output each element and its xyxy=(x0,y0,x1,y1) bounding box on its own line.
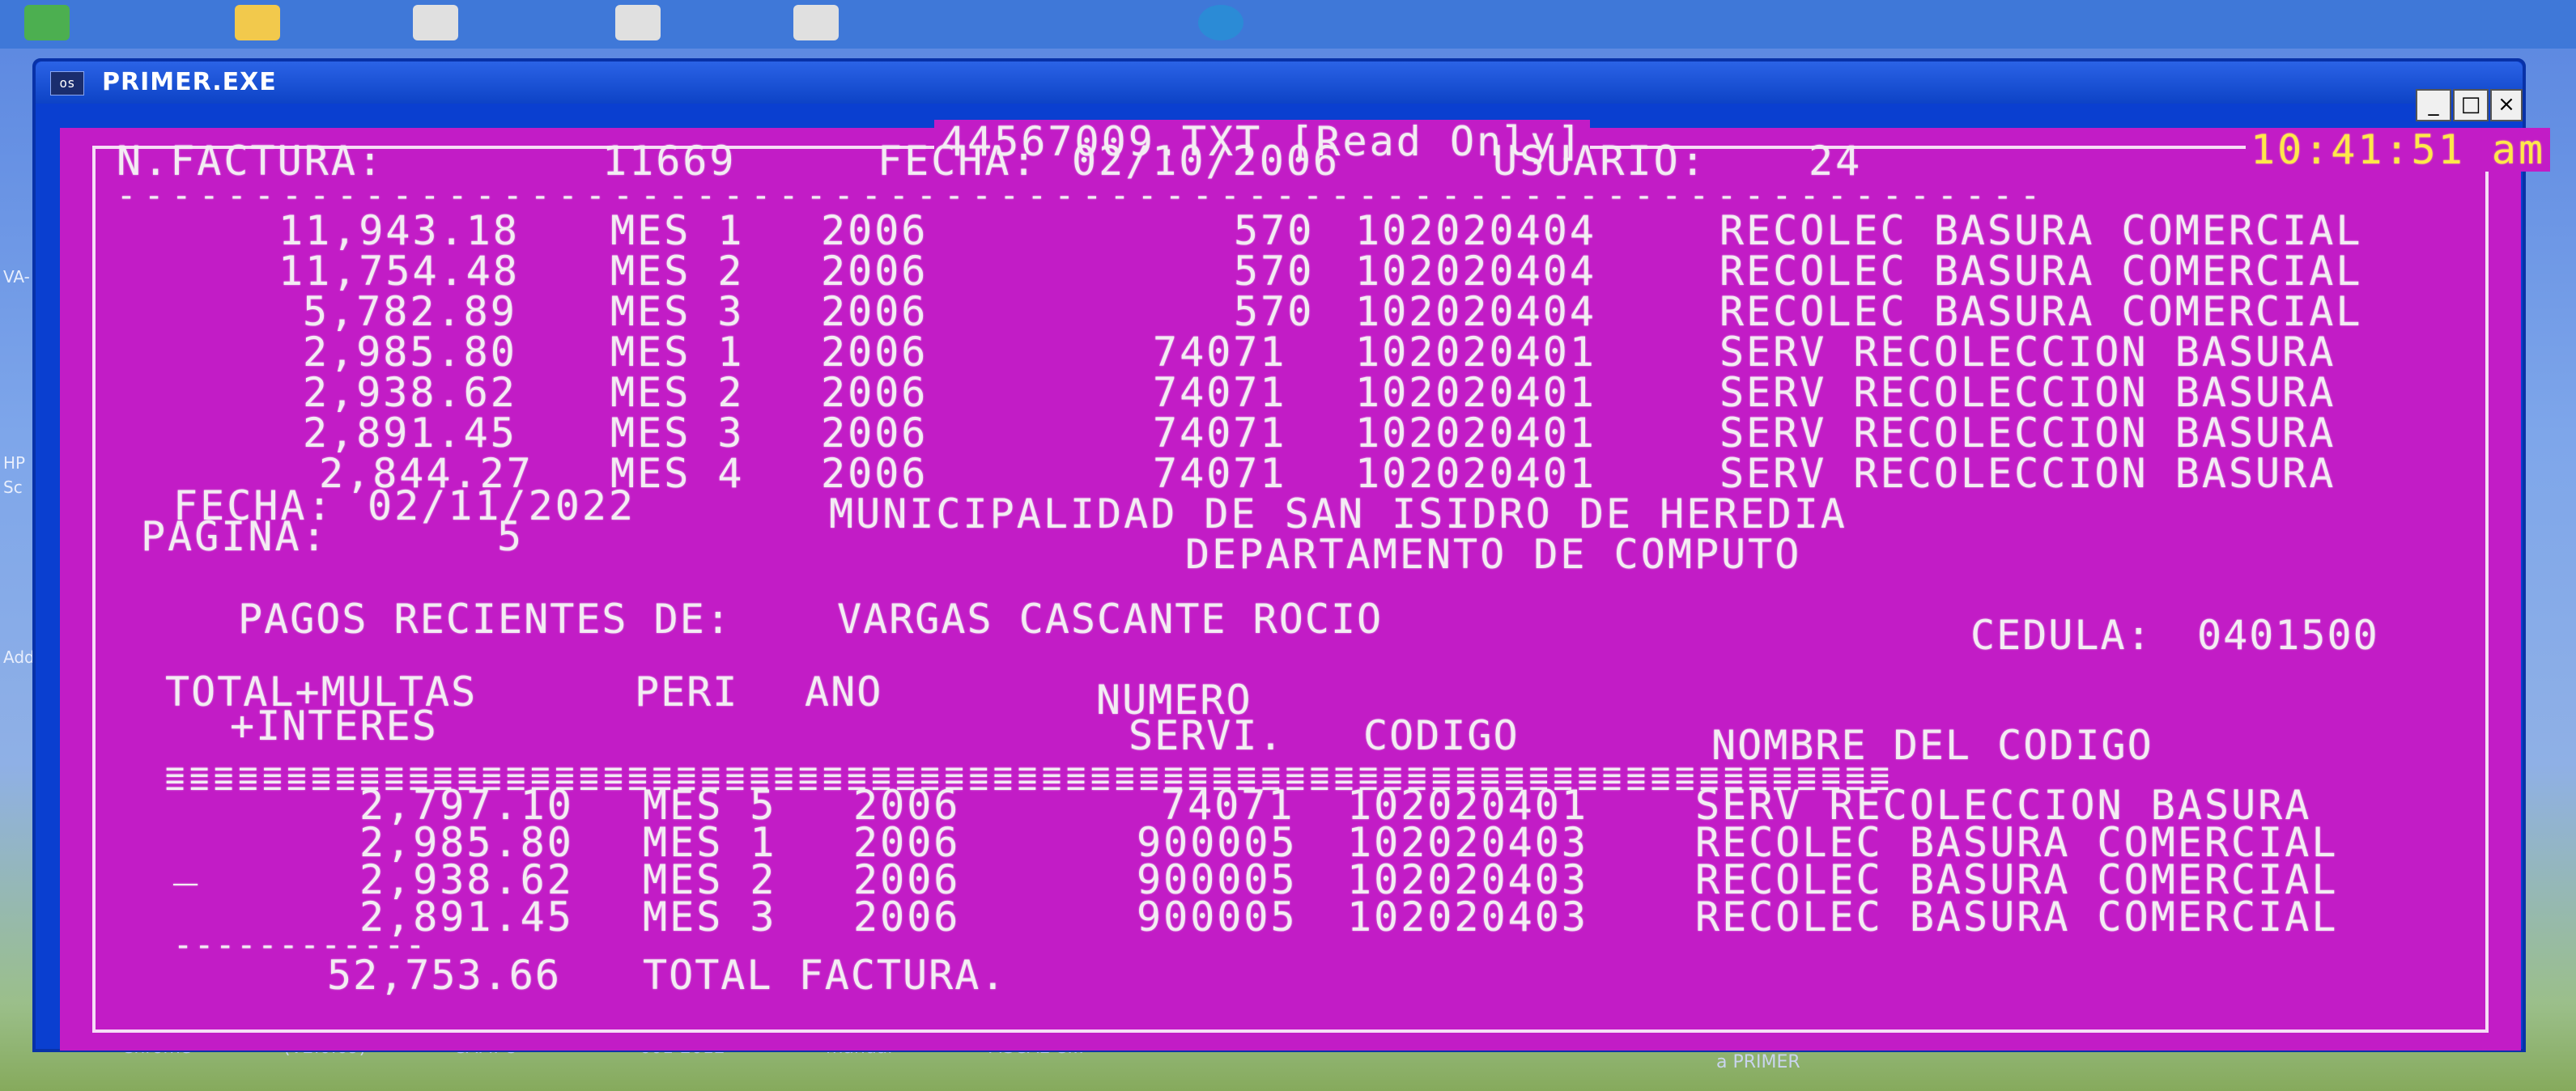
row-year: 2006 xyxy=(853,894,961,940)
maximize-button[interactable]: □ xyxy=(2453,89,2489,121)
row-name: SERV RECOLECCION BASURA xyxy=(1719,329,2336,376)
window-titlebar[interactable]: os PRIMER.EXE xyxy=(36,62,2523,104)
desktop-icon-label[interactable]: a PRIMER xyxy=(1716,1052,1800,1072)
teamviewer-icon[interactable] xyxy=(1198,5,1243,40)
row-period: MES 1 xyxy=(610,329,745,376)
row-period: MES 3 xyxy=(610,410,745,456)
row-period: MES 2 xyxy=(610,369,745,416)
row-service: 570 xyxy=(1234,207,1315,254)
word-document-icon[interactable] xyxy=(615,5,661,40)
row-year: 2006 xyxy=(821,329,929,376)
invoice-number: 11669 xyxy=(602,138,737,185)
document-icon[interactable] xyxy=(413,5,458,40)
row-service: 74071 xyxy=(1153,369,1287,416)
row-service: 570 xyxy=(1234,248,1315,295)
row-name: RECOLEC BASURA COMERCIAL xyxy=(1695,894,2339,940)
col-header-interes: +INTERES xyxy=(230,703,438,749)
clock: 10:41:51 am xyxy=(2246,128,2551,172)
minimize-button[interactable]: _ xyxy=(2416,89,2451,121)
row-service: 900005 xyxy=(1137,894,1298,940)
department-title: DEPARTAMENTO DE COMPUTO xyxy=(1185,531,1802,578)
cedula-value: 0401500 xyxy=(2197,612,2379,659)
row-code: 102020404 xyxy=(1355,288,1596,335)
row-year: 2006 xyxy=(821,369,929,416)
row-code: 102020404 xyxy=(1355,207,1596,254)
municipality-title: MUNICIPALIDAD DE SAN ISIDRO DE HEREDIA xyxy=(829,490,1847,537)
invoice-label: N.FACTURA: xyxy=(117,138,385,185)
col-header-servi: SERVI. xyxy=(1129,712,1285,759)
row-year: 2006 xyxy=(821,288,929,335)
row-amount: 11,943.18 xyxy=(278,207,520,254)
row-service: 570 xyxy=(1234,288,1315,335)
row-amount: 5,782.89 xyxy=(303,288,517,335)
row-service: 74071 xyxy=(1153,410,1287,456)
page-number: 5 xyxy=(497,513,525,560)
date-value: 02/10/2006 xyxy=(1072,138,1341,185)
row-amount: 11,754.48 xyxy=(278,248,520,295)
row-amount: 2,985.80 xyxy=(303,329,517,376)
row-code: 102020404 xyxy=(1355,248,1596,295)
row-name: RECOLEC BASURA COMERCIAL xyxy=(1719,248,2363,295)
desktop-side-label: HP xyxy=(3,453,26,473)
payer-name: VARGAS CASCANTE ROCIO xyxy=(837,596,1384,643)
desktop-side-label: VA- xyxy=(3,267,30,287)
row-amount: 2,891.45 xyxy=(303,410,517,456)
window-title: PRIMER.EXE xyxy=(102,68,277,96)
row-year: 2006 xyxy=(821,410,929,456)
desktop-side-label: Sc xyxy=(3,478,23,497)
cursor: _ xyxy=(173,838,201,885)
date-label: FECHA: xyxy=(878,138,1039,185)
cedula-label: CEDULA: xyxy=(1970,612,2153,659)
row-service: 74071 xyxy=(1153,329,1287,376)
desktop-top-strip xyxy=(0,0,2576,49)
row-name: SERV RECOLECCION BASURA xyxy=(1719,369,2336,416)
row-period: MES 3 xyxy=(610,288,745,335)
page-label: PAGINA: xyxy=(141,513,329,560)
row-period: MES 3 xyxy=(643,894,777,940)
row-code: 102020401 xyxy=(1355,329,1596,376)
row-amount: 2,938.62 xyxy=(303,369,517,416)
row-code: 102020403 xyxy=(1347,894,1588,940)
row-name: SERV RECOLECCION BASURA xyxy=(1719,410,2336,456)
row-code: 102020401 xyxy=(1355,410,1596,456)
row-year: 2006 xyxy=(821,207,929,254)
col-header-year: ANO xyxy=(805,669,883,715)
user-value: 24 xyxy=(1809,138,1863,185)
row-service: 74071 xyxy=(1153,450,1287,497)
total-label: TOTAL FACTURA. xyxy=(643,952,1007,999)
row-period: MES 2 xyxy=(610,248,745,295)
console-screen[interactable]: 44567009.TXT [Read Only] 10:41:51 am N.F… xyxy=(60,120,2551,1051)
payments-label: PAGOS RECIENTES DE: xyxy=(238,596,732,643)
col-header-period: PERI xyxy=(635,669,739,715)
folder-icon[interactable] xyxy=(235,5,280,40)
close-button[interactable]: × xyxy=(2490,89,2523,121)
row-name: RECOLEC BASURA COMERCIAL xyxy=(1719,207,2363,254)
document-icon[interactable] xyxy=(793,5,839,40)
row-name: RECOLEC BASURA COMERCIAL xyxy=(1719,288,2363,335)
dos-icon[interactable]: os xyxy=(50,71,84,96)
col-header-code: CODIGO xyxy=(1363,712,1520,759)
row-name: SERV RECOLECCION BASURA xyxy=(1719,450,2336,497)
desktop-side-label: Add xyxy=(3,647,35,667)
total-amount: 52,753.66 xyxy=(327,952,561,999)
row-period: MES 1 xyxy=(610,207,745,254)
row-code: 102020401 xyxy=(1355,450,1596,497)
row-year: 2006 xyxy=(821,248,929,295)
user-label: USUARIO: xyxy=(1493,138,1707,185)
row-year: 2006 xyxy=(821,450,929,497)
desktop-icon[interactable] xyxy=(24,5,70,40)
row-code: 102020401 xyxy=(1355,369,1596,416)
primer-exe-window[interactable]: os PRIMER.EXE _ □ × 44567009.TXT [Read O… xyxy=(32,58,2551,1052)
